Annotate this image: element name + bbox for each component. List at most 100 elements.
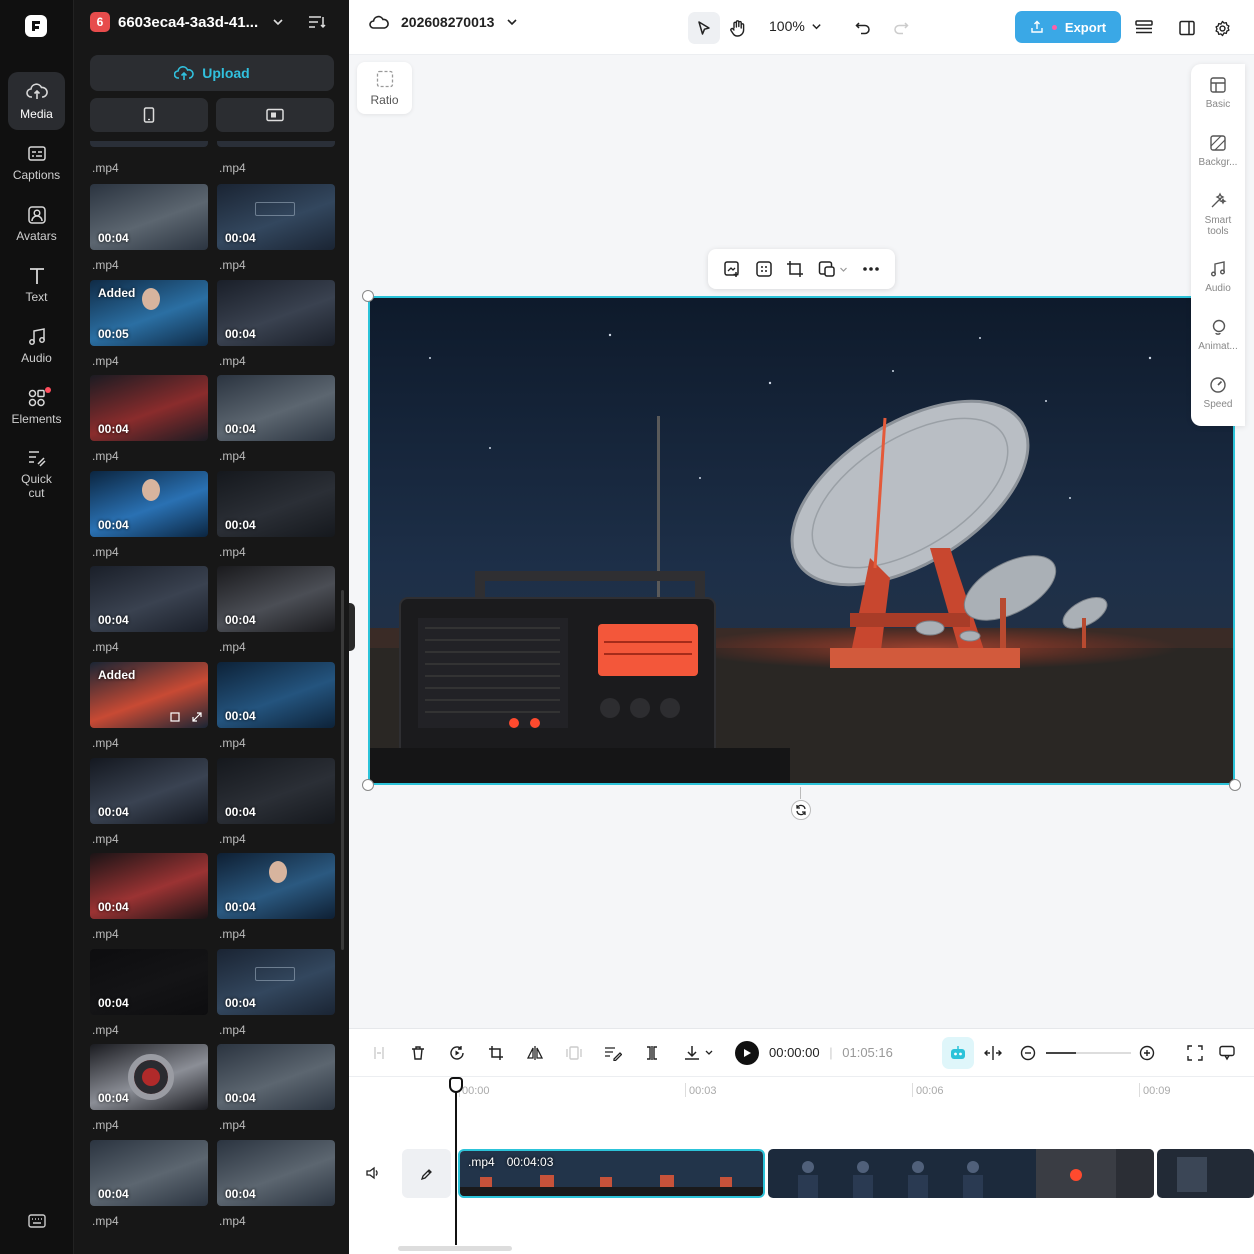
preview-icon[interactable] xyxy=(170,712,180,722)
mute-track-button[interactable] xyxy=(361,1161,385,1185)
media-item[interactable]: 00:04 .mp4 xyxy=(217,853,335,943)
zoom-dropdown[interactable]: 100% xyxy=(769,18,822,34)
media-thumbnail[interactable]: 00:04 xyxy=(217,184,335,250)
play-button[interactable] xyxy=(735,1041,759,1065)
media-thumbnail[interactable]: Added xyxy=(90,662,208,728)
tool-basic[interactable]: Basic xyxy=(1191,76,1245,110)
media-item[interactable]: Added .mp4 xyxy=(90,662,208,752)
app-logo-icon[interactable] xyxy=(25,15,47,37)
media-item[interactable]: 00:04 .mp4 xyxy=(217,948,335,1039)
media-thumbnail[interactable]: 00:04 xyxy=(217,566,335,633)
undo-button[interactable] xyxy=(847,12,879,44)
media-item[interactable]: 00:04 .mp4 xyxy=(217,662,335,752)
snap-button[interactable] xyxy=(981,1041,1005,1065)
project-title-group[interactable]: 202608270013 xyxy=(369,14,518,30)
more-icon[interactable] xyxy=(862,266,880,272)
download-dropdown[interactable] xyxy=(679,1041,719,1065)
media-thumbnail[interactable]: 00:04 xyxy=(217,853,335,920)
hand-tool-button[interactable] xyxy=(722,12,754,44)
rail-item-media[interactable]: Media xyxy=(8,72,65,130)
panel-scrollbar[interactable] xyxy=(341,590,344,950)
rail-item-text[interactable]: Text xyxy=(8,255,65,313)
cover-edit-button[interactable] xyxy=(402,1149,451,1198)
portrait-filter-button[interactable] xyxy=(90,98,208,132)
fit-timeline-button[interactable] xyxy=(1183,1041,1207,1065)
media-thumbnail[interactable]: 00:04 xyxy=(217,662,335,728)
rail-item-quick-cut[interactable]: Quick cut xyxy=(8,438,65,508)
resize-handle-top-left[interactable] xyxy=(362,290,374,302)
zoom-in-button[interactable] xyxy=(1135,1041,1159,1065)
media-thumbnail[interactable]: 00:04 xyxy=(217,470,335,537)
rail-item-captions[interactable]: Captions xyxy=(8,133,65,191)
zoom-out-button[interactable] xyxy=(1016,1041,1040,1065)
rotate-handle[interactable] xyxy=(791,800,811,820)
keyboard-shortcuts-button[interactable] xyxy=(28,1214,46,1228)
media-item[interactable]: 00:04 .mp4 xyxy=(90,470,208,561)
media-thumbnail[interactable]: 00:04 xyxy=(90,566,208,633)
media-thumbnail[interactable]: 00:04 xyxy=(90,375,208,442)
tool-animat[interactable]: Animat... xyxy=(1191,318,1245,352)
media-thumbnail[interactable]: 00:04 xyxy=(217,279,335,346)
folder-title[interactable]: 6603eca4-3a3d-41... xyxy=(118,14,258,31)
collapse-panel-handle[interactable] xyxy=(349,603,355,651)
tool-backgr[interactable]: Backgr... xyxy=(1191,134,1245,168)
rail-item-elements[interactable]: Elements xyxy=(8,377,65,435)
zoom-slider[interactable] xyxy=(1046,1052,1131,1054)
expand-icon[interactable] xyxy=(192,712,202,722)
resize-handle-bottom-left[interactable] xyxy=(362,779,374,791)
layers-button[interactable] xyxy=(1128,12,1160,44)
media-item[interactable]: 00:04 .mp4 xyxy=(90,184,208,274)
toggle-panel-button[interactable] xyxy=(1171,12,1203,44)
media-thumbnail[interactable]: 00:04 xyxy=(217,1140,335,1206)
media-thumbnail[interactable]: 00:04 xyxy=(90,853,208,920)
ratio-button[interactable]: Ratio xyxy=(357,62,412,114)
preview-canvas[interactable] xyxy=(368,296,1235,785)
resize-handle-bottom-right[interactable] xyxy=(1229,779,1241,791)
tool-speed[interactable]: Speed xyxy=(1191,376,1245,410)
upload-button[interactable]: Upload xyxy=(90,55,334,91)
timeline-scrollbar[interactable] xyxy=(398,1246,512,1251)
flip-button[interactable] xyxy=(523,1041,547,1065)
settings-button[interactable] xyxy=(1206,12,1238,44)
freeze-button[interactable] xyxy=(562,1041,586,1065)
media-item[interactable]: 00:04 .mp4 xyxy=(217,184,335,274)
rail-item-avatars[interactable]: Avatars xyxy=(8,194,65,252)
media-thumbnail[interactable]: 00:04 xyxy=(217,1044,335,1111)
select-tool-button[interactable] xyxy=(688,12,720,44)
crop-button[interactable] xyxy=(484,1041,508,1065)
timeline-clip[interactable] xyxy=(768,1149,1154,1198)
tool-smart-tools[interactable]: Smart tools xyxy=(1191,192,1245,237)
media-thumbnail[interactable]: 00:05 Added xyxy=(90,279,208,346)
sort-icon[interactable] xyxy=(308,14,326,30)
delete-button[interactable] xyxy=(406,1041,430,1065)
media-thumbnail[interactable]: 00:04 xyxy=(90,1044,208,1111)
media-item[interactable]: 00:04 .mp4 xyxy=(90,1044,208,1134)
media-item[interactable]: 00:04 .mp4 xyxy=(217,566,335,656)
media-thumbnail[interactable]: 00:04 xyxy=(90,757,208,824)
playhead-knob[interactable] xyxy=(449,1077,463,1093)
captions-tool-button[interactable] xyxy=(601,1041,625,1065)
media-item[interactable]: 00:04 .mp4 xyxy=(217,375,335,465)
redo-button[interactable] xyxy=(885,12,917,44)
rail-item-audio[interactable]: Audio xyxy=(8,316,65,374)
tool-audio[interactable]: Audio xyxy=(1191,260,1245,294)
mask-dropdown[interactable] xyxy=(818,260,848,278)
replay-button[interactable] xyxy=(445,1041,469,1065)
media-item[interactable]: 00:04 .mp4 xyxy=(217,1044,335,1134)
media-item[interactable]: 00:04 .mp4 xyxy=(90,375,208,465)
media-thumbnail[interactable]: 00:04 xyxy=(90,1140,208,1206)
replace-image-icon[interactable] xyxy=(723,260,741,278)
media-thumbnail[interactable]: 00:04 xyxy=(217,757,335,824)
export-button[interactable]: Export xyxy=(1015,11,1121,43)
media-item[interactable]: 00:04 .mp4 xyxy=(90,1140,208,1230)
media-thumbnail[interactable]: 00:04 xyxy=(217,948,335,1015)
ai-assist-button[interactable] xyxy=(942,1037,974,1069)
media-thumbnail[interactable]: 00:04 xyxy=(217,375,335,442)
media-thumbnail[interactable]: 00:04 xyxy=(90,184,208,250)
chevron-down-icon[interactable] xyxy=(272,16,284,28)
media-item[interactable]: 00:04 .mp4 xyxy=(90,566,208,656)
split-button[interactable] xyxy=(367,1041,391,1065)
media-item[interactable]: 00:04 .mp4 xyxy=(217,757,335,848)
playhead[interactable] xyxy=(449,1077,463,1245)
focus-frame-icon[interactable] xyxy=(755,260,773,278)
